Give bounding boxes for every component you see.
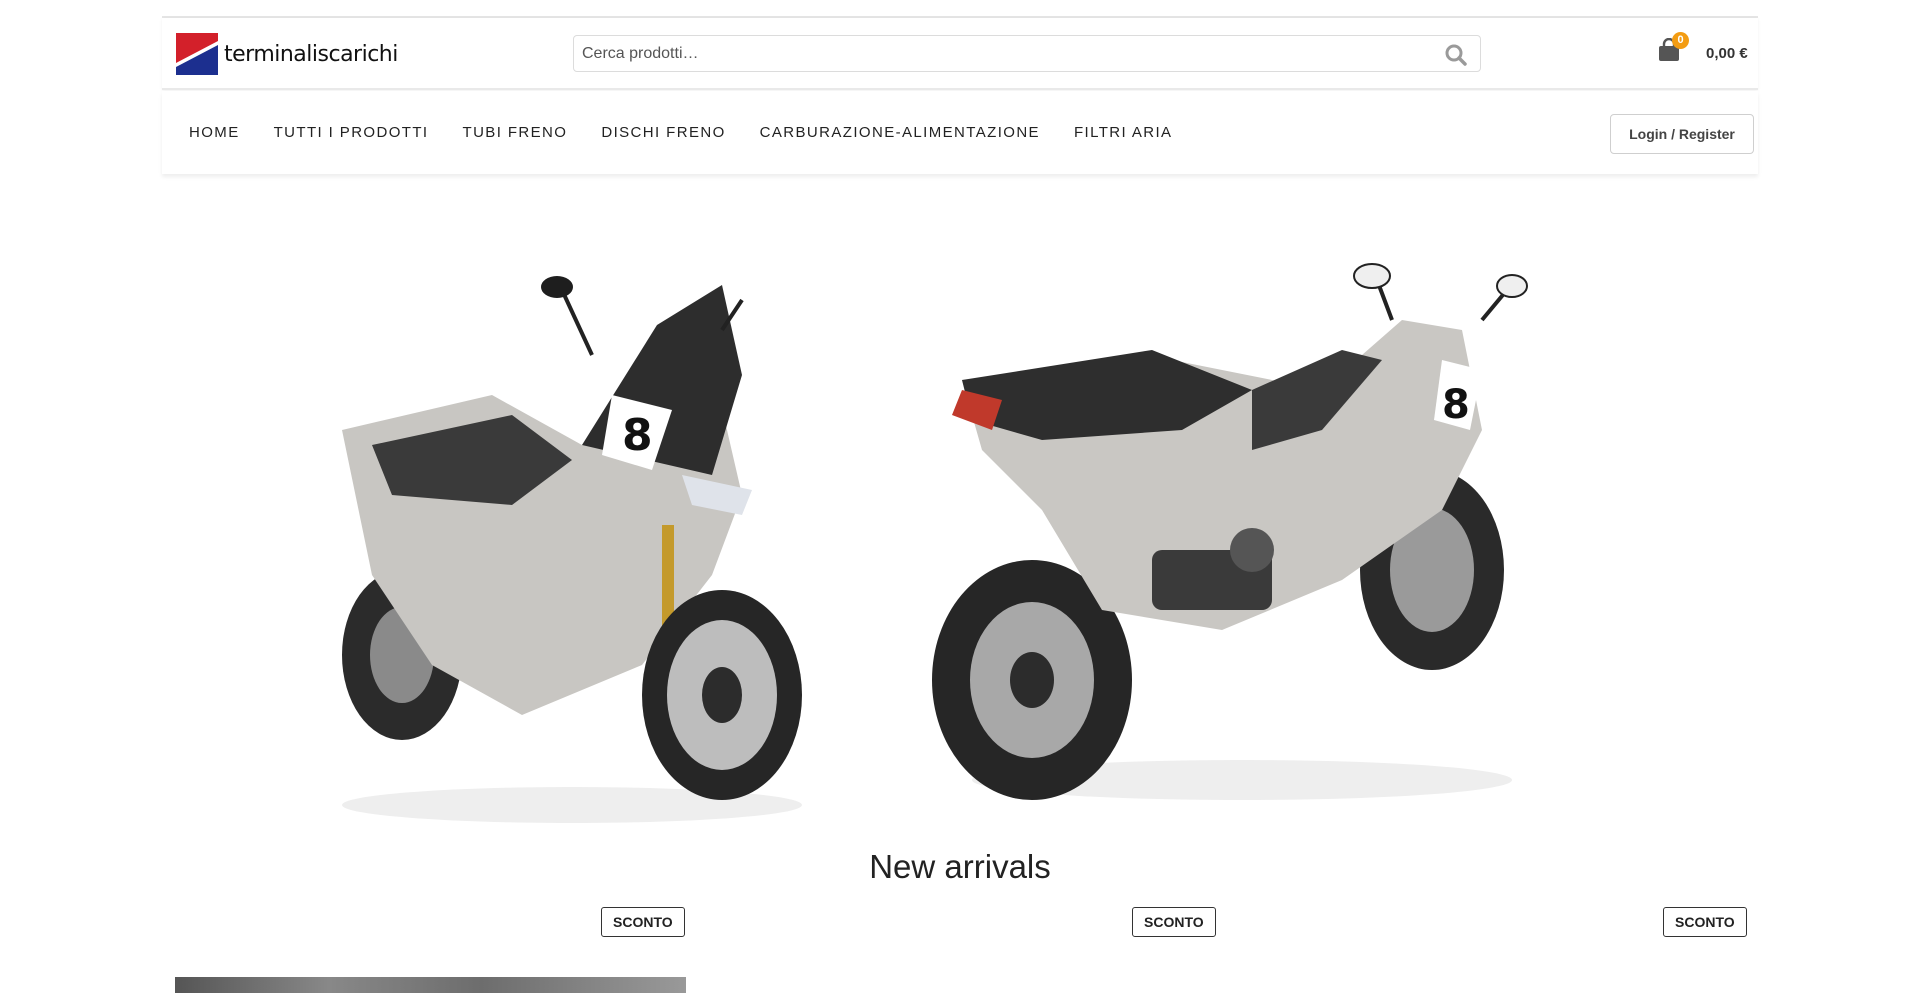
search-box <box>573 35 1481 72</box>
site-header: terminaliscarichi 0 0,00 € <box>162 18 1758 90</box>
nav-item-air-filters[interactable]: FILTRI ARIA <box>1074 124 1172 141</box>
discount-badge: SCONTO <box>1663 907 1747 937</box>
site-logo[interactable]: terminaliscarichi <box>176 32 398 76</box>
hero-banner[interactable]: 8 8 <box>162 200 1758 830</box>
cart-total[interactable]: 0,00 € <box>1706 45 1748 62</box>
cart-count-badge: 0 <box>1672 32 1689 49</box>
nav-item-all-products[interactable]: TUTTI I PRODOTTI <box>274 124 429 141</box>
login-register-button[interactable]: Login / Register <box>1610 114 1754 154</box>
scooter-rear-image: 8 <box>932 263 1528 800</box>
nav-item-brake-discs[interactable]: DISCHI FRENO <box>601 124 725 141</box>
logo-mark-icon <box>176 33 218 75</box>
svg-text:8: 8 <box>622 410 653 461</box>
nav-item-home[interactable]: HOME <box>189 124 240 141</box>
nav-item-brake-hoses[interactable]: TUBI FRENO <box>463 124 568 141</box>
cart-button[interactable]: 0 <box>1658 32 1689 66</box>
new-arrivals-heading: New arrivals <box>869 848 1051 885</box>
discount-badge: SCONTO <box>1132 907 1216 937</box>
scooter-front-image: 8 <box>342 276 802 823</box>
search-icon[interactable] <box>1444 43 1468 67</box>
nav-item-fuel-system[interactable]: CARBURAZIONE-ALIMENTAZIONE <box>760 124 1040 141</box>
search-input[interactable] <box>574 36 1424 71</box>
logo-text: terminaliscarichi <box>224 41 398 67</box>
product-image[interactable] <box>175 977 686 993</box>
svg-text:8: 8 <box>1442 382 1470 428</box>
main-navigation: HOME TUTTI I PRODOTTI TUBI FRENO DISCHI … <box>162 91 1758 174</box>
discount-badge: SCONTO <box>601 907 685 937</box>
